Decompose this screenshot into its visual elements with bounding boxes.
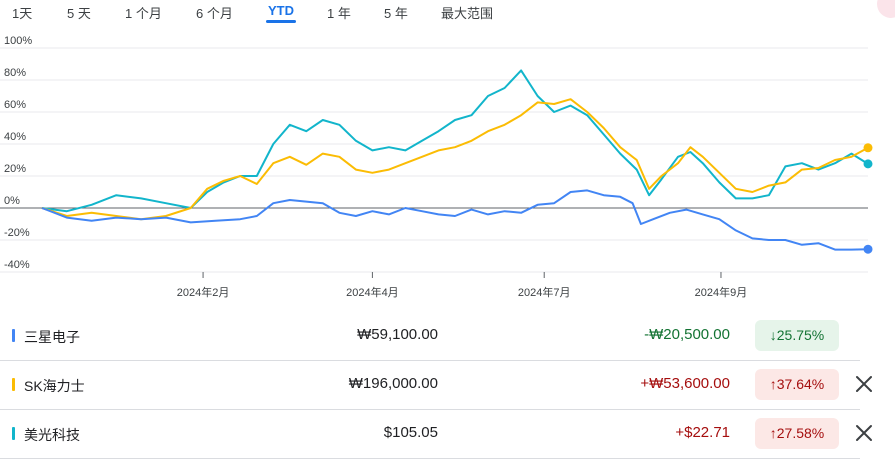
quote-change: +$22.71: [675, 424, 730, 441]
series-line: [41, 98, 869, 221]
quote-percent-badge: ↓25.75%: [755, 320, 839, 351]
quote-name: SK海力士: [24, 378, 85, 394]
close-icon: [856, 425, 872, 441]
tab-1y[interactable]: 1 年: [327, 3, 351, 22]
tab-1m[interactable]: 1 个月: [125, 3, 162, 22]
tab-6m[interactable]: 6 个月: [196, 3, 233, 22]
tab-1d[interactable]: 1天: [12, 3, 32, 22]
series-color-swatch: [12, 378, 15, 391]
quote-change: -₩20,500.00: [644, 326, 730, 343]
quote-percent-badge: ↑37.64%: [755, 369, 839, 400]
series-end-point: [863, 143, 873, 153]
row-divider: [0, 458, 860, 459]
x-tick-label: 2024年7月: [518, 285, 571, 299]
series-end-point: [863, 159, 873, 169]
active-tab-indicator: [266, 20, 296, 23]
x-tick-label: 2024年4月: [346, 285, 399, 299]
tab-ytd-label: YTD: [268, 3, 294, 18]
quote-price: ₩196,000.00: [348, 375, 438, 392]
quote-price: ₩59,100.00: [357, 326, 438, 343]
quote-name: 美光科技: [24, 427, 80, 443]
quote-price: $105.05: [383, 424, 438, 441]
corner-avatar: [877, 0, 895, 18]
tab-ytd[interactable]: YTD: [266, 3, 296, 23]
y-tick-label: -40%: [4, 259, 30, 271]
quote-row-micron[interactable]: 美光科技 $105.05 +$22.71 ↑27.58%: [0, 410, 895, 458]
quote-percent: 37.64%: [776, 376, 825, 392]
x-tick-label: 2024年9月: [695, 285, 748, 299]
y-tick-label: 80%: [4, 67, 26, 79]
tab-5d[interactable]: 5 天: [67, 3, 91, 22]
y-tick-label: 60%: [4, 99, 26, 111]
y-tick-label: 40%: [4, 131, 26, 143]
quote-percent-badge: ↑27.58%: [755, 418, 839, 449]
quote-row-skhynix[interactable]: SK海力士 ₩196,000.00 +₩53,600.00 ↑37.64%: [0, 361, 895, 409]
quote-row-samsung[interactable]: 三星电子 ₩59,100.00 -₩20,500.00 ↓25.75%: [0, 312, 895, 360]
arrow-up-icon: ↑: [769, 425, 777, 441]
quote-percent: 25.75%: [776, 327, 825, 343]
remove-button[interactable]: [853, 373, 875, 395]
close-icon: [856, 376, 872, 392]
series-end-point: [863, 244, 873, 254]
series-color-swatch: [12, 329, 15, 342]
x-tick-label: 2024年2月: [177, 285, 230, 299]
y-tick-label: 0%: [4, 195, 20, 207]
arrow-up-icon: ↑: [769, 376, 777, 392]
arrow-down-icon: ↓: [769, 327, 777, 343]
y-tick-label: -20%: [4, 227, 30, 239]
tab-max[interactable]: 最大范围: [441, 3, 493, 22]
quote-percent: 27.58%: [776, 425, 825, 441]
quote-name: 三星电子: [24, 329, 80, 345]
series-color-swatch: [12, 427, 15, 440]
y-tick-label: 20%: [4, 163, 26, 175]
y-tick-label: 100%: [4, 35, 32, 47]
quote-change: +₩53,600.00: [640, 375, 730, 392]
tab-5y[interactable]: 5 年: [384, 3, 408, 22]
range-tabs: 1天 5 天 1 个月 6 个月 YTD 1 年 5 年 最大范围: [0, 0, 895, 26]
comparison-chart: 100% 80% 60% 40% 20% 0% -20% -40% 2024年2月 2024年4月…: [0, 35, 873, 299]
remove-button[interactable]: [853, 422, 875, 444]
